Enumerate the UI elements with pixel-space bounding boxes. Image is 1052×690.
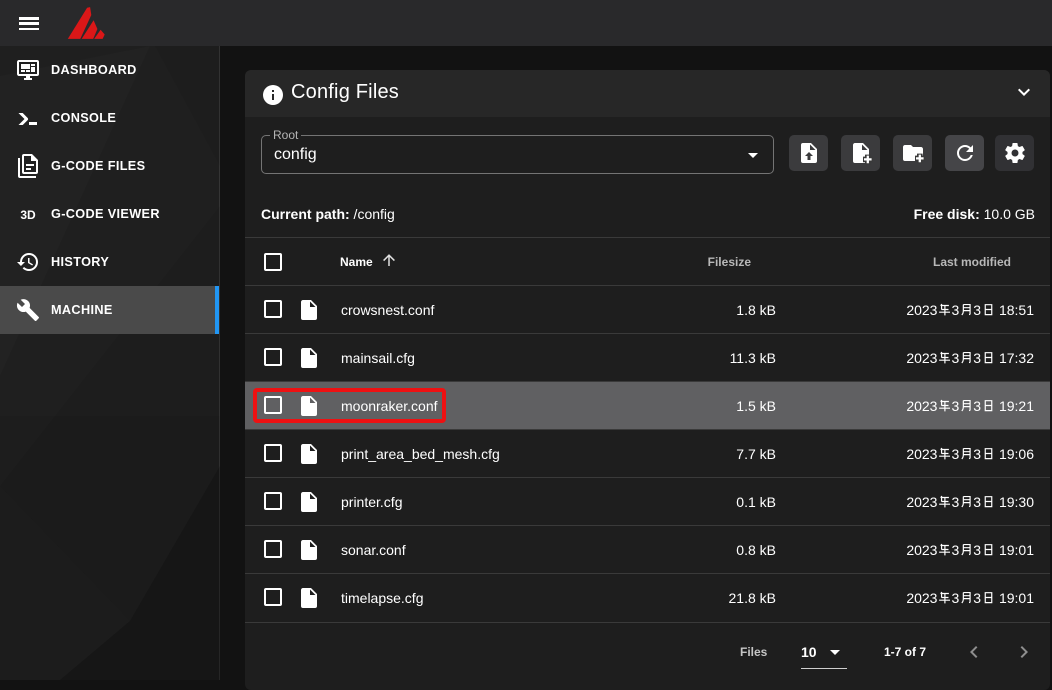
svg-text:3D: 3D <box>20 208 36 222</box>
